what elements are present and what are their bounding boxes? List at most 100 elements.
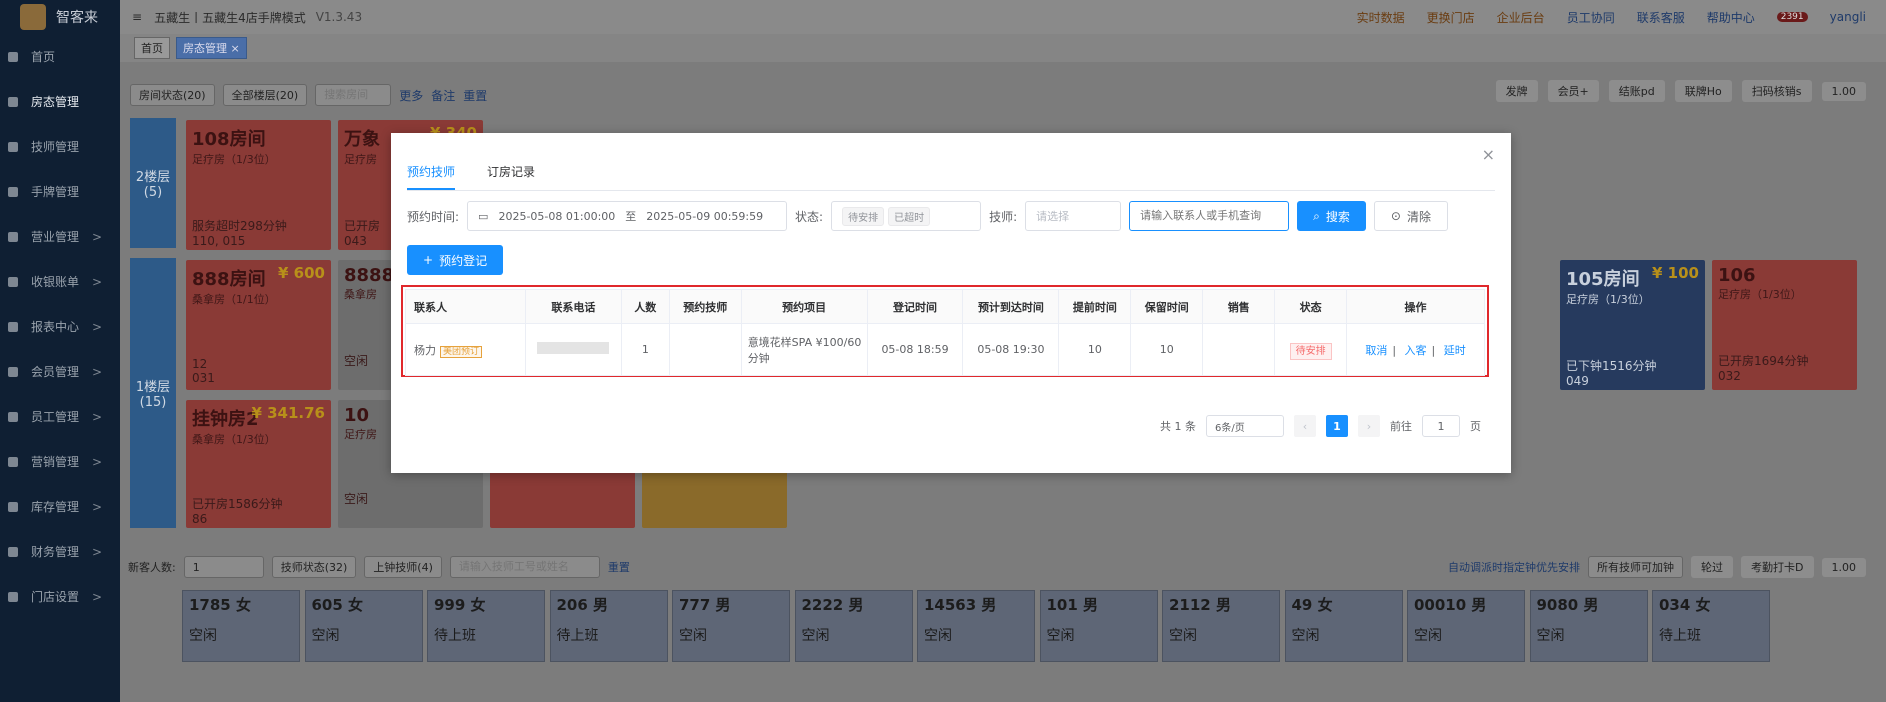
link-button[interactable]: 联牌Ho	[1674, 80, 1732, 102]
nav-staff[interactable]: 员工协同	[1567, 9, 1615, 26]
nav-support[interactable]: 联系客服	[1637, 9, 1685, 26]
next-page-icon[interactable]: ›	[1358, 415, 1380, 437]
tech-number: 999 女	[434, 596, 486, 614]
nav-enterprise[interactable]: 企业后台	[1497, 9, 1545, 26]
tab-home[interactable]: 首页	[134, 37, 170, 59]
sidebar-item-label: 门店设置	[31, 590, 80, 604]
deal-button[interactable]: 发牌	[1495, 80, 1538, 102]
sidebar-item[interactable]: 营业管理 >	[0, 214, 120, 259]
room-search-input[interactable]	[315, 84, 392, 106]
tech-card[interactable]: 999 女待上班	[427, 590, 545, 662]
tech-card[interactable]: 1785 女空闲	[182, 590, 300, 662]
more-link[interactable]: 更多	[399, 87, 423, 104]
table-row[interactable]: 杨力 美团预订 1 意境花样SPA ¥100/60分钟 05-08 18:59 0…	[405, 323, 1485, 376]
floor-2[interactable]: 2楼层 (5)	[130, 118, 176, 248]
tech-card[interactable]: 101 男空闲	[1039, 590, 1158, 662]
zoom-value[interactable]: 1.00	[1821, 81, 1866, 101]
room-card[interactable]: 105房间 ¥ 100 足疗房（1/3位） 已下钟1516分钟 049	[1560, 260, 1705, 390]
cell-reg-time: 05-08 18:59	[866, 323, 964, 376]
delay-link[interactable]: 延时	[1444, 344, 1466, 357]
tech-card[interactable]: 2222 男空闲	[794, 590, 913, 662]
tab-room-status[interactable]: 房态管理 ×	[176, 37, 247, 59]
tech-card[interactable]: 605 女空闲	[304, 590, 423, 662]
menu-icon	[8, 546, 18, 557]
clear-button[interactable]: ⊙ 清除	[1373, 201, 1448, 231]
tech-card[interactable]: 206 男待上班	[549, 590, 668, 662]
user-name[interactable]: yangli	[1830, 10, 1866, 24]
room-card[interactable]: 挂钟房2 ¥ 341.76 桑拿房（1/3位） 已开房1586分钟 86	[186, 400, 331, 528]
floor-select[interactable]: 全部楼层(20)	[222, 84, 308, 106]
room-count: 049	[1566, 374, 1589, 388]
room-status-select[interactable]: 房间状态(20)	[130, 84, 215, 106]
date-range-picker[interactable]: ▭ 2025-05-08 01:00:00 至 2025-05-09 00:59…	[467, 201, 788, 231]
search-button[interactable]: ⌕ 搜索	[1297, 201, 1366, 231]
reservation-table-highlight: 联系人 联系电话 人数 预约技师 预约项目 登记时间 预计到达时间 提前时间 保留时间 销售 状态操…	[401, 285, 1489, 377]
room-type: 足疗房（1/3位）	[192, 153, 276, 166]
tech-card[interactable]: 9080 男空闲	[1529, 590, 1648, 662]
menu-icon	[8, 411, 18, 422]
member-button[interactable]: 会员+	[1547, 80, 1599, 102]
room-card[interactable]: 888房间 ¥ 600 桑拿房（1/1位） 12 031	[186, 260, 331, 390]
sidebar-item[interactable]: 收银账单 >	[0, 259, 120, 304]
add-reservation-button[interactable]: + 预约登记	[407, 245, 504, 275]
nav-realtime[interactable]: 实时数据	[1357, 9, 1405, 26]
check-in-link[interactable]: 入客	[1405, 344, 1427, 357]
sidebar-item-label: 首页	[31, 50, 56, 64]
contact-search-input[interactable]	[1129, 201, 1290, 231]
status-tag-pending[interactable]: 待安排	[842, 206, 885, 226]
note-link[interactable]: 备注	[431, 87, 455, 104]
tech-card[interactable]: 00010 男空闲	[1407, 590, 1525, 662]
tab-room-records[interactable]: 订房记录	[487, 161, 535, 190]
tech-card[interactable]: 2112 男空闲	[1162, 590, 1280, 662]
sidebar-item[interactable]: 营销管理 >	[0, 439, 120, 484]
page-size-select[interactable]: 6条/页	[1206, 415, 1284, 437]
tech-card[interactable]: 14563 男空闲	[917, 590, 1035, 662]
tech-select[interactable]: 请选择	[1025, 201, 1122, 231]
chevron-right-icon: >	[91, 364, 102, 379]
mail-badge[interactable]: 2391	[1776, 12, 1808, 22]
tech-reset-link[interactable]: 重置	[608, 559, 630, 575]
scan-button[interactable]: 扫码核销s	[1741, 80, 1812, 102]
sidebar-item[interactable]: 报表中心 >	[0, 304, 120, 349]
sidebar-item[interactable]: 员工管理 >	[0, 394, 120, 439]
tab-tech-reservation[interactable]: 预约技师	[407, 161, 456, 190]
tech-status-select[interactable]: 技师状态(32)	[271, 556, 357, 578]
cancel-link[interactable]: 取消	[1365, 344, 1387, 357]
nav-switch-store[interactable]: 更换门店	[1427, 9, 1475, 26]
sidebar-item[interactable]: 门店设置 >	[0, 574, 120, 619]
floor-1[interactable]: 1楼层 (15)	[130, 258, 176, 528]
all-techs-select[interactable]: 所有技师可加钟	[1588, 556, 1684, 578]
sidebar-item[interactable]: 手牌管理	[0, 169, 120, 214]
sidebar-item[interactable]: 库存管理 >	[0, 484, 120, 529]
sidebar-item[interactable]: 房态管理	[0, 79, 120, 124]
sidebar-item[interactable]: 首页	[0, 34, 120, 79]
room-card[interactable]: 108房间足疗房（1/3位） 服务超时298分钟110, 01562	[186, 120, 331, 250]
cell-project: 意境花样SPA ¥100/60分钟	[740, 323, 868, 376]
status-select[interactable]: 待安排 已超时	[831, 201, 982, 231]
auto-assign-checkbox[interactable]: 自动调派时指定钟优先安排	[1448, 559, 1580, 575]
tech-card[interactable]: 777 男空闲	[672, 590, 790, 662]
shift-select[interactable]: 上钟技师(4)	[364, 556, 442, 578]
cell-keep: 10	[1130, 323, 1204, 376]
nav-help[interactable]: 帮助中心	[1707, 9, 1755, 26]
new-guests-stepper[interactable]: 1	[183, 556, 264, 578]
status-tag-timeout[interactable]: 已超时	[888, 206, 931, 226]
tech-zoom-value[interactable]: 1.00	[1821, 557, 1866, 577]
sidebar: 智客来 首页 房态管理 技师管理 手牌管理 营业管理 > 收银账单 > 报表中心 > 会员管理 > 员工…	[0, 0, 120, 702]
room-card[interactable]: 106 足疗房（1/3位） 已开房1694分钟 032	[1712, 260, 1857, 390]
tech-search-input[interactable]	[449, 556, 600, 578]
sidebar-item[interactable]: 技师管理	[0, 124, 120, 169]
attendance-button[interactable]: 考勤打卡D	[1741, 556, 1814, 578]
sidebar-item[interactable]: 财务管理 >	[0, 529, 120, 574]
current-page[interactable]: 1	[1326, 415, 1348, 437]
tech-card[interactable]: 034 女待上班	[1652, 590, 1770, 662]
goto-input[interactable]: 1	[1422, 415, 1460, 437]
checkout-button[interactable]: 结账pd	[1608, 80, 1665, 102]
menu-icon	[8, 366, 18, 377]
pass-button[interactable]: 轮过	[1691, 556, 1734, 578]
prev-page-icon[interactable]: ‹	[1294, 415, 1316, 437]
reset-link[interactable]: 重置	[463, 87, 487, 104]
sidebar-item[interactable]: 会员管理 >	[0, 349, 120, 394]
tech-card[interactable]: 49 女空闲	[1284, 590, 1403, 662]
menu-toggle-icon[interactable]: ≡	[132, 10, 142, 24]
